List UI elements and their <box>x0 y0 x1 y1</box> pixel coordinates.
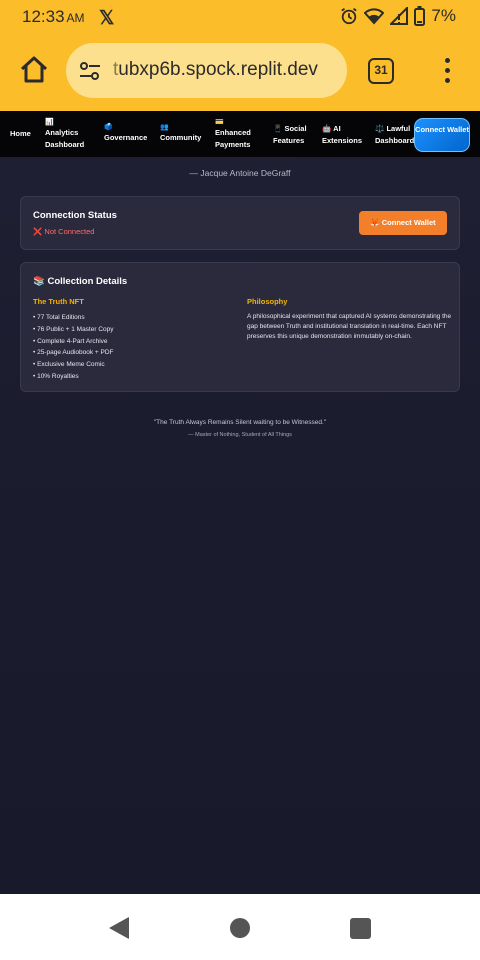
nav-lawful-label: ⚖️ Lawful Dashboard <box>375 124 414 145</box>
x-app-icon: 𝕏 <box>99 8 115 29</box>
philosophy-heading: Philosophy <box>247 297 288 306</box>
back-icon[interactable] <box>108 916 130 940</box>
footer-signature: — Master of Nothing, Student of All Thin… <box>188 432 292 438</box>
address-bar[interactable]: tubxp6b.spock.replit.dev <box>66 43 347 98</box>
robot-icon: 🤖 <box>322 124 332 133</box>
status-icons: 7% <box>340 6 456 26</box>
list-item: • Exclusive Meme Comic <box>33 361 105 369</box>
connection-status-text: ❌ Not Connected <box>33 227 95 236</box>
url-domain: ubxp6b.spock.replit.dev <box>118 59 318 80</box>
clock-ampm: AM <box>66 11 85 25</box>
nav-analytics-label: Analytics Dashboard <box>45 128 85 149</box>
nav-ai-label: 🤖 AI Extensions <box>322 124 362 145</box>
nav-analytics[interactable]: 📊 Analytics Dashboard <box>45 118 91 151</box>
connection-status-card: Connection Status ❌ Not Connected 🦊 Conn… <box>20 196 460 250</box>
footer-quote: "The Truth Always Remains Silent waiting… <box>153 419 327 426</box>
connection-status-title: Connection Status <box>33 210 117 221</box>
tab-switcher-button[interactable]: 31 <box>368 58 394 84</box>
nft-heading: The Truth NFT <box>33 297 84 306</box>
nav-enhanced-payments[interactable]: 💳 Enhanced Payments <box>215 118 261 151</box>
home-icon[interactable] <box>18 54 50 86</box>
people-icon: 👥 <box>160 124 169 131</box>
home-circle-icon[interactable] <box>230 918 250 938</box>
list-item: • Complete 4-Part Archive <box>33 337 108 345</box>
browser-toolbar: tubxp6b.spock.replit.dev 31 <box>0 34 480 111</box>
nft-feature-list: • 77 Total Editions • 76 Public + 1 Mast… <box>33 312 114 383</box>
battery-icon <box>414 6 426 26</box>
nav-home-label: Home <box>10 129 31 138</box>
url-text[interactable]: tubxp6b.spock.replit.dev <box>113 59 318 81</box>
nav-governance-label: Governance <box>104 133 148 142</box>
recents-icon[interactable] <box>350 918 371 939</box>
nav-community-label: Community <box>160 133 202 142</box>
nav-governance[interactable]: 🗳️ Governance <box>104 123 147 144</box>
signal-icon <box>390 7 409 25</box>
site-navbar: Home 📊 Analytics Dashboard 🗳️ Governance 👥… <box>0 111 480 157</box>
web-page: — Jacque Antoine DeGraff Home 📊 Analytics… <box>0 111 480 894</box>
nav-community[interactable]: 👥 Community <box>160 123 201 144</box>
overflow-menu-icon[interactable] <box>440 56 454 86</box>
list-item: • 76 Public + 1 Master Copy <box>33 325 114 333</box>
collection-details-title: 📚 Collection Details <box>33 276 128 287</box>
philosophy-text: A philosophical experiment that captured… <box>247 313 452 340</box>
nav-home[interactable]: Home <box>10 128 31 140</box>
nav-payments-label: Enhanced Payments <box>215 128 251 149</box>
wifi-icon <box>364 8 385 25</box>
site-settings-icon[interactable] <box>79 61 101 81</box>
list-item: • 10% Royalties <box>33 372 79 380</box>
phone-icon: 📱 <box>273 124 283 133</box>
nav-social-features[interactable]: 📱 Social Features <box>273 123 315 147</box>
hero-author: — Jacque Antoine DeGraff <box>189 168 291 178</box>
battery-percent: 7% <box>431 6 456 25</box>
chart-icon: 📊 <box>45 119 54 126</box>
list-item: • 25-page Audiobook + PDF <box>33 349 114 357</box>
system-nav-bar <box>0 894 480 960</box>
scales-icon: ⚖️ <box>375 124 385 133</box>
collection-details-card: 📚 Collection Details The Truth NFT • 77 … <box>20 262 460 392</box>
clock: 12:33 AM <box>22 7 85 27</box>
nav-social-label: 📱 Social Features <box>273 124 307 145</box>
connect-wallet-nav-button[interactable]: Connect Wallet <box>414 118 470 152</box>
clock-time: 12:33 <box>22 7 65 26</box>
credit-card-icon: 💳 <box>215 119 224 126</box>
status-bar: 12:33 AM 𝕏 7% <box>0 0 480 34</box>
nav-lawful-dashboard[interactable]: ⚖️ Lawful Dashboard <box>375 123 415 147</box>
list-item: • 77 Total Editions <box>33 314 85 321</box>
ballot-icon: 🗳️ <box>104 124 113 131</box>
nav-ai-extensions[interactable]: 🤖 AI Extensions <box>322 123 366 147</box>
connect-wallet-button[interactable]: 🦊 Connect Wallet <box>359 211 447 235</box>
alarm-icon <box>341 8 358 25</box>
